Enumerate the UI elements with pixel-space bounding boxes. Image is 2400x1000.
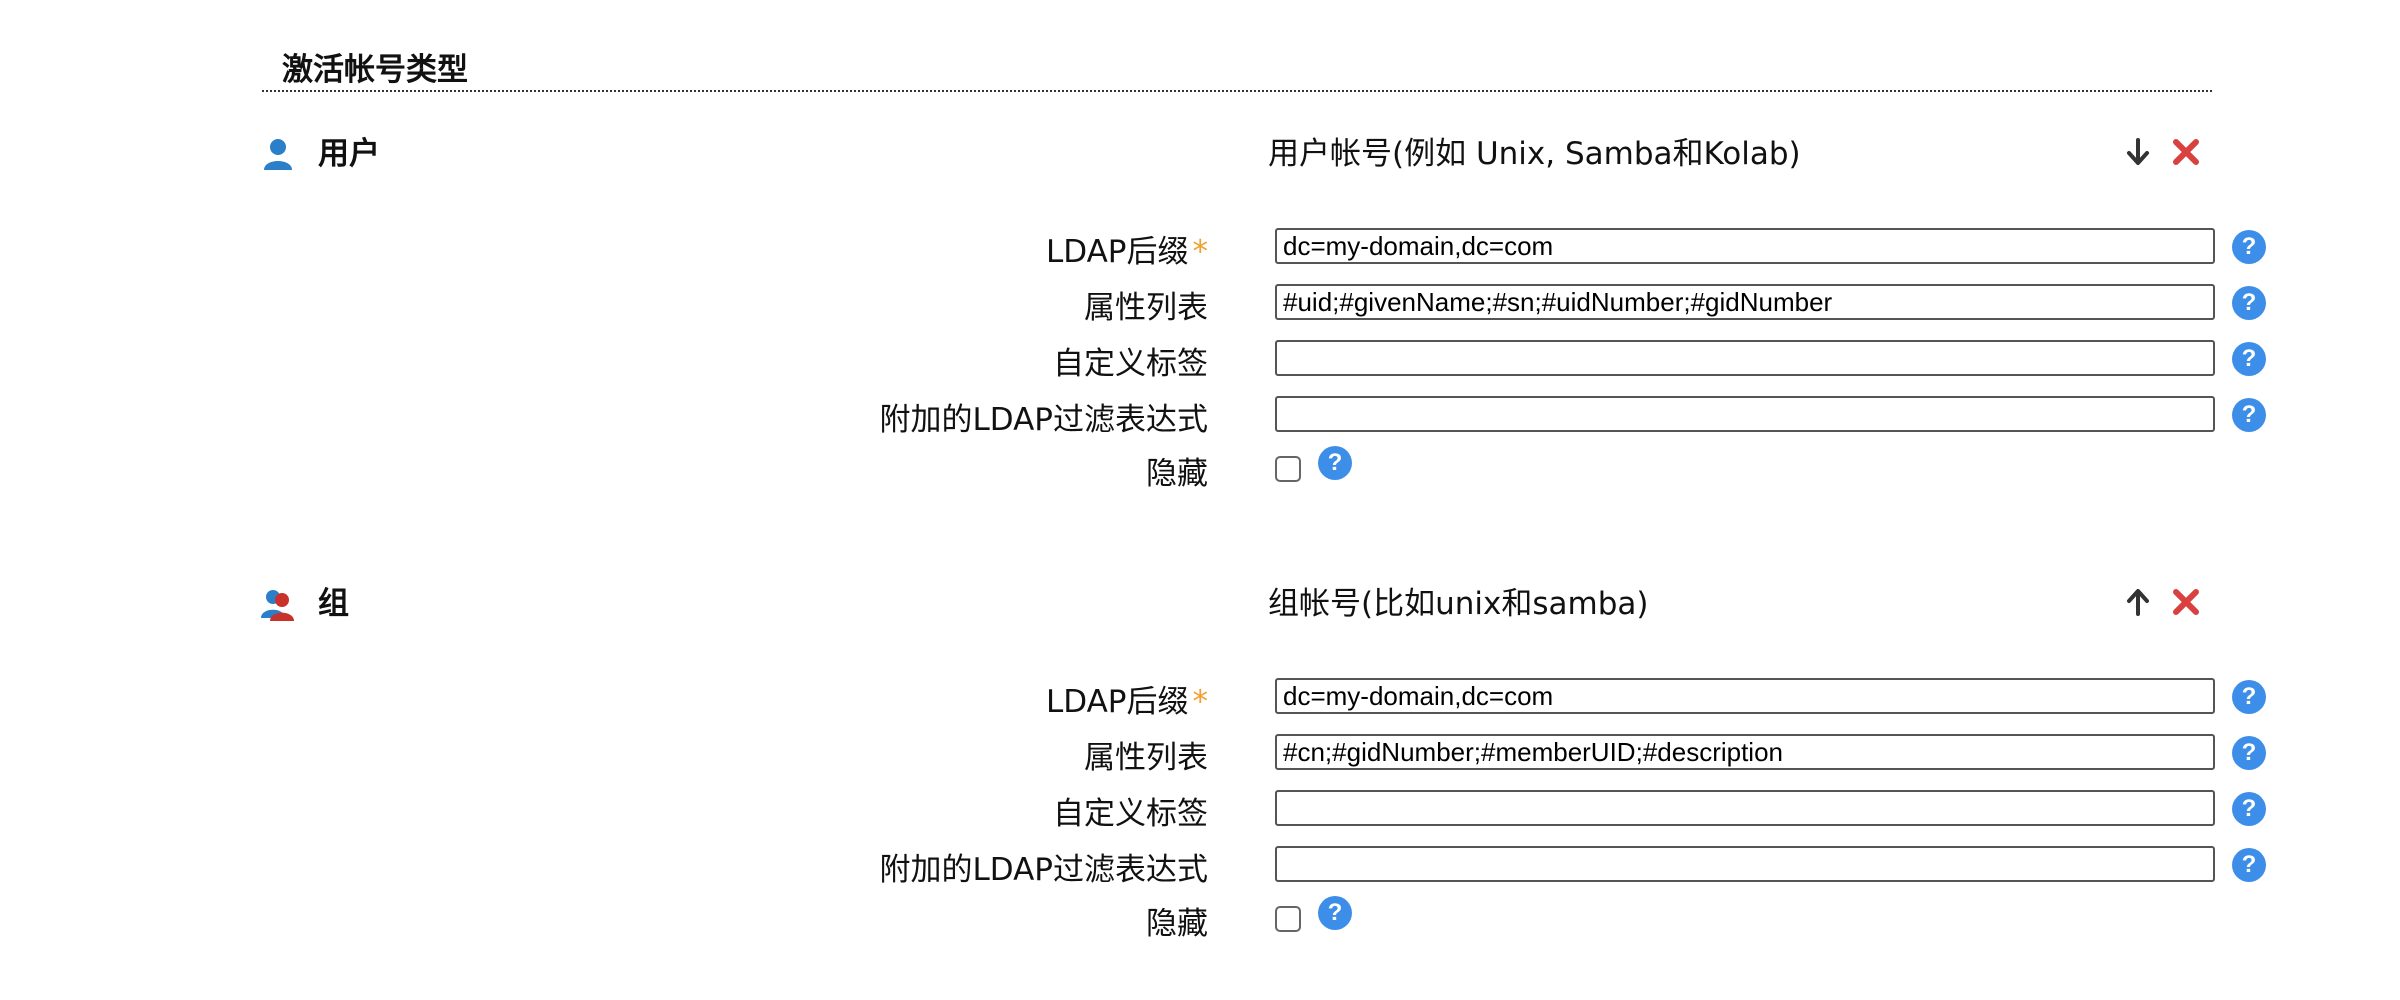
field-row-ldap-suffix: LDAP后缀* ? [0, 676, 2400, 722]
account-type-group: 组 组帐号(比如unix和samba) LDAP后缀* ? 属性列表 ? 自定义… [0, 578, 2400, 998]
help-icon[interactable]: ? [2232, 792, 2266, 826]
account-type-user: 用户 用户帐号(例如 Unix, Samba和Kolab) LDAP后缀* ? … [0, 128, 2400, 548]
hidden-label: 隐藏 [1146, 456, 1208, 492]
hidden-checkbox[interactable] [1275, 456, 1301, 482]
account-type-name: 组 [318, 586, 349, 622]
field-row-ldap-filter: 附加的LDAP过滤表达式 ? [0, 844, 2400, 890]
help-icon[interactable]: ? [2232, 680, 2266, 714]
ldap-filter-label: 附加的LDAP过滤表达式 [879, 852, 1209, 888]
account-type-name: 用户 [318, 136, 380, 172]
help-icon[interactable]: ? [2232, 230, 2266, 264]
account-type-description: 组帐号(比如unix和samba) [1268, 586, 1649, 622]
remove-x-icon [2173, 589, 2199, 615]
ldap-filter-label: 附加的LDAP过滤表达式 [879, 402, 1209, 438]
ldap-suffix-label: LDAP后缀 * [1046, 234, 1209, 270]
help-icon[interactable]: ? [2232, 848, 2266, 882]
remove-account-type-button[interactable] [2168, 582, 2204, 622]
hidden-checkbox[interactable] [1275, 906, 1301, 932]
help-icon[interactable]: ? [2232, 342, 2266, 376]
hidden-label: 隐藏 [1146, 906, 1208, 942]
section-divider [262, 90, 2212, 92]
attribute-list-label: 属性列表 [1084, 740, 1208, 776]
help-icon[interactable]: ? [1318, 446, 1352, 480]
ldap-filter-input[interactable] [1275, 396, 2215, 432]
required-marker: * [1192, 684, 1209, 720]
custom-label-label: 自定义标签 [1053, 796, 1208, 832]
field-row-attribute-list: 属性列表 ? [0, 282, 2400, 328]
field-row-hidden: 隐藏 ? [0, 446, 2400, 494]
custom-label-input[interactable] [1275, 340, 2215, 376]
help-icon[interactable]: ? [2232, 286, 2266, 320]
ldap-suffix-input[interactable] [1275, 228, 2215, 264]
field-row-ldap-filter: 附加的LDAP过滤表达式 ? [0, 394, 2400, 440]
help-icon[interactable]: ? [2232, 736, 2266, 770]
field-row-custom-label: 自定义标签 ? [0, 788, 2400, 834]
field-row-custom-label: 自定义标签 ? [0, 338, 2400, 384]
custom-label-label: 自定义标签 [1053, 346, 1208, 382]
field-row-attribute-list: 属性列表 ? [0, 732, 2400, 778]
group-icon [260, 586, 296, 622]
help-icon[interactable]: ? [1318, 896, 1352, 930]
attribute-list-label: 属性列表 [1084, 290, 1208, 326]
attribute-list-input[interactable] [1275, 734, 2215, 770]
attribute-list-input[interactable] [1275, 284, 2215, 320]
required-marker: * [1192, 234, 1209, 270]
account-type-description: 用户帐号(例如 Unix, Samba和Kolab) [1268, 136, 1801, 172]
ldap-filter-input[interactable] [1275, 846, 2215, 882]
user-icon [260, 136, 296, 172]
section-title: 激活帐号类型 [282, 52, 468, 88]
ldap-suffix-label: LDAP后缀 * [1046, 684, 1209, 720]
remove-x-icon [2173, 139, 2199, 165]
remove-account-type-button[interactable] [2168, 132, 2204, 172]
ldap-suffix-input[interactable] [1275, 678, 2215, 714]
field-row-hidden: 隐藏 ? [0, 896, 2400, 944]
arrow-down-icon [2127, 138, 2149, 165]
move-down-button[interactable] [2120, 132, 2156, 172]
field-row-ldap-suffix: LDAP后缀* ? [0, 226, 2400, 272]
custom-label-input[interactable] [1275, 790, 2215, 826]
help-icon[interactable]: ? [2232, 398, 2266, 432]
arrow-up-icon [2127, 589, 2149, 616]
move-up-button[interactable] [2120, 582, 2156, 622]
